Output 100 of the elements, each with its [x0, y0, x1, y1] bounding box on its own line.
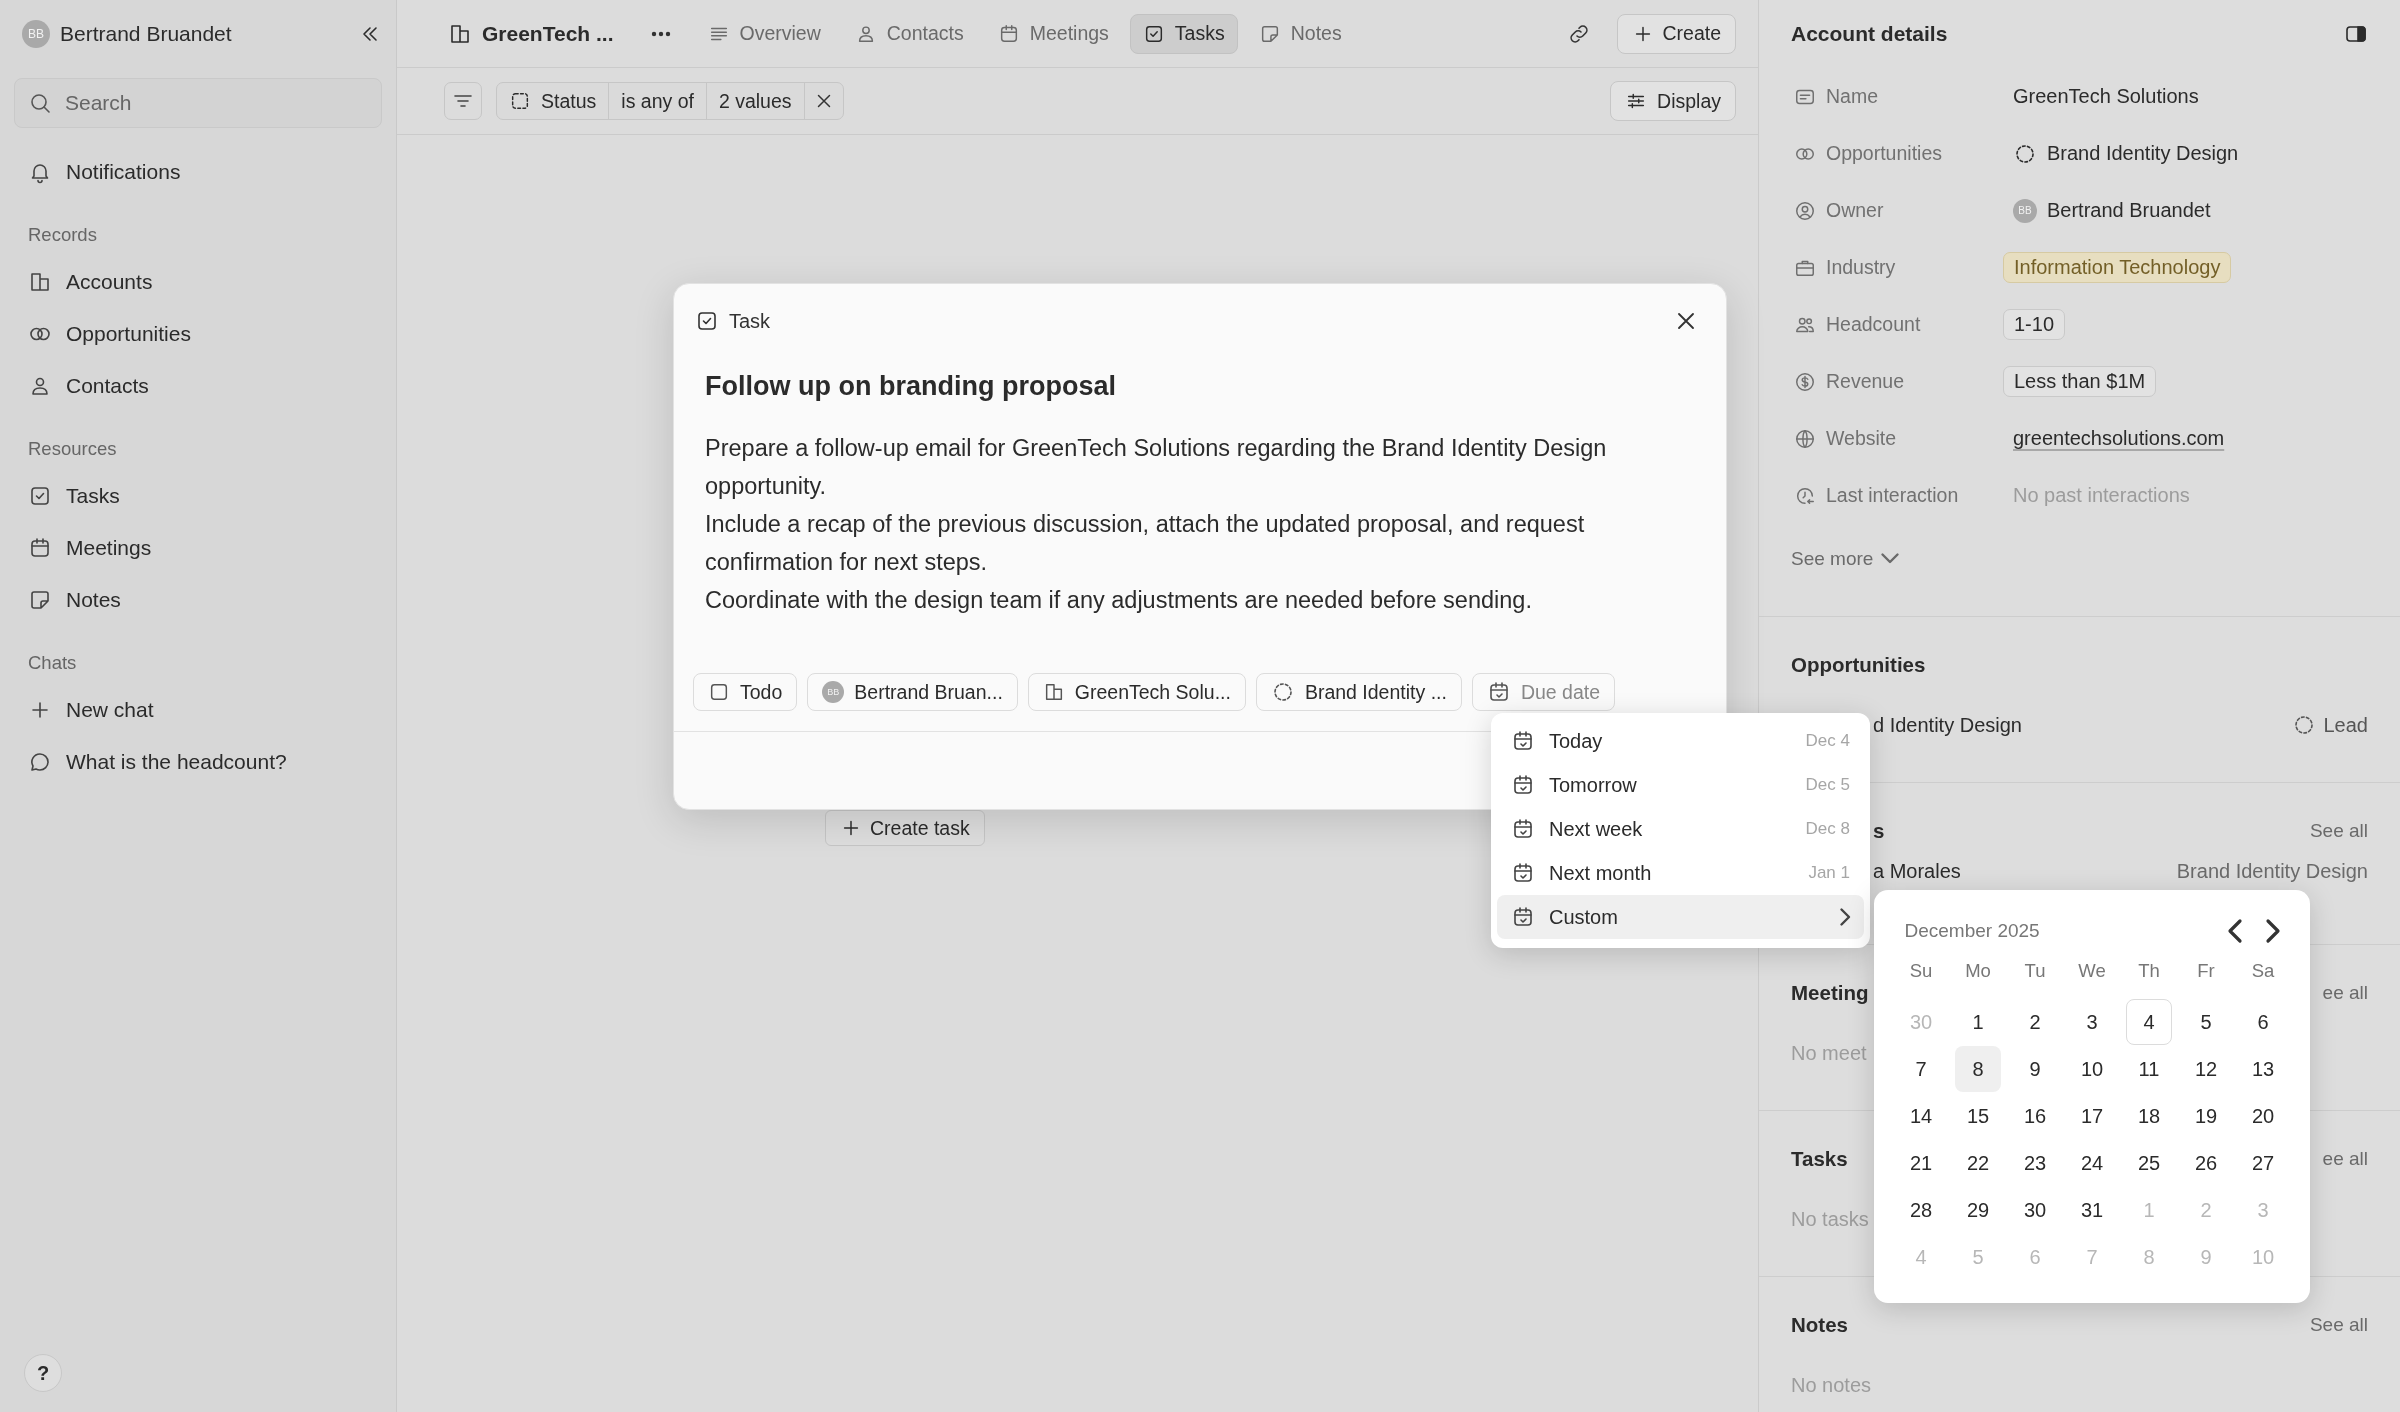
empty-text: No tasks: [1791, 1206, 1869, 1232]
calendar-day[interactable]: 14: [1898, 1093, 1944, 1139]
stage-label: Lead: [2323, 713, 2368, 737]
calendar-day[interactable]: 18: [2126, 1093, 2172, 1139]
filter-button[interactable]: [444, 82, 482, 120]
record-name[interactable]: d Identity Design: [1873, 713, 2022, 737]
tab[interactable]: Meetings: [984, 13, 1122, 54]
calendar-day[interactable]: 11: [2126, 1046, 2172, 1092]
sidebar-item[interactable]: Notifications: [14, 146, 382, 198]
sidebar-item[interactable]: Contacts: [14, 360, 382, 412]
sidebar-item[interactable]: Tasks: [14, 470, 382, 522]
calendar-day[interactable]: 7: [1898, 1046, 1944, 1092]
calendar-day[interactable]: 13: [2240, 1046, 2286, 1092]
calendar-day[interactable]: 25: [2126, 1140, 2172, 1186]
calendar-day[interactable]: 9: [2012, 1046, 2058, 1092]
tab[interactable]: Notes: [1245, 13, 1355, 54]
weekday-label: Sa: [2250, 959, 2276, 983]
calendar-day[interactable]: 23: [2012, 1140, 2058, 1186]
status-chip: Todo: [693, 673, 798, 711]
field-value[interactable]: Brand Identity Design: [2047, 142, 2239, 165]
see-all-link[interactable]: ee all: [2322, 1148, 2368, 1170]
calendar-day[interactable]: 26: [2183, 1140, 2229, 1186]
menu-item[interactable]: Next week Dec 8: [1497, 807, 1864, 851]
sidebar-item[interactable]: What is the headcount?: [14, 736, 382, 788]
calendar-day[interactable]: 30: [2012, 1187, 2058, 1233]
person-circle-icon: [1794, 199, 1816, 222]
calendar-day[interactable]: 10: [2069, 1046, 2115, 1092]
field-value[interactable]: Bertrand Bruandet: [2047, 199, 2211, 222]
calendar-day[interactable]: 6: [2240, 999, 2286, 1045]
chevron-right-icon: [1839, 908, 1850, 926]
calendar-day[interactable]: 22: [1955, 1140, 2001, 1186]
account-chip: GreenTech Solu...: [1027, 673, 1246, 711]
help-button[interactable]: ?: [24, 1354, 62, 1392]
calendar-day[interactable]: 20: [2240, 1093, 2286, 1139]
calendar-day[interactable]: 2: [2012, 999, 2058, 1045]
avatar: BB: [822, 681, 845, 703]
section-title: Notes: [1791, 1313, 1848, 1337]
menu-item-date: Dec 8: [1805, 819, 1850, 839]
calendar-day[interactable]: 21: [1898, 1140, 1944, 1186]
menu-item-date: Dec 4: [1805, 731, 1850, 751]
sidebar-item[interactable]: Opportunities: [14, 308, 382, 360]
chat-bubble-icon: [28, 750, 52, 774]
record-name[interactable]: a Morales: [1873, 859, 1961, 883]
section-title: Tasks: [1791, 1147, 1848, 1171]
menu-item-date: Jan 1: [1808, 863, 1850, 883]
create-button[interactable]: Create: [1617, 13, 1736, 54]
description-paragraph: Include a recap of the previous discussion, attach the updated proposal, and request confirmation for next steps.: [705, 510, 1586, 577]
website-link[interactable]: greentechsolutions.com: [2013, 427, 2225, 450]
menu-item[interactable]: Tomorrow Dec 5: [1497, 763, 1864, 807]
calendar-day[interactable]: 29: [1955, 1187, 2001, 1233]
empty-text: No meet: [1791, 1040, 1867, 1066]
calendar-day[interactable]: 15: [1955, 1093, 2001, 1139]
display-button[interactable]: Display: [1610, 81, 1736, 121]
calendar-day[interactable]: 4: [2126, 999, 2172, 1045]
record-detail: Brand Identity Design: [2176, 859, 2368, 883]
sidebar-item[interactable]: New chat: [14, 684, 382, 736]
empty-text: No notes: [1791, 1372, 1872, 1398]
search-field[interactable]: Search: [14, 78, 382, 128]
see-all-link[interactable]: See all: [2309, 820, 2368, 842]
calendar-day[interactable]: 31: [2069, 1187, 2115, 1233]
sidebar-item[interactable]: Notes: [14, 574, 382, 626]
filter-operator[interactable]: is any of: [609, 83, 707, 119]
chevron-right-icon[interactable]: [2265, 919, 2280, 943]
tab[interactable]: Overview: [694, 13, 834, 54]
tab[interactable]: Contacts: [841, 13, 977, 54]
calendar-day[interactable]: 5: [2183, 999, 2229, 1045]
search-icon: [28, 91, 52, 115]
sidebar-item[interactable]: Accounts: [14, 256, 382, 308]
calendar-day[interactable]: 16: [2012, 1093, 2058, 1139]
calendar-day[interactable]: 12: [2183, 1046, 2229, 1092]
filter-field[interactable]: Status: [497, 83, 610, 119]
tab[interactable]: Tasks: [1129, 13, 1238, 54]
calendar-day[interactable]: 17: [2069, 1093, 2115, 1139]
filter-value[interactable]: 2 values: [706, 83, 805, 119]
checkbox-icon: [28, 484, 52, 508]
menu-item[interactable]: Custom: [1497, 895, 1864, 939]
create-task-button[interactable]: Create task: [825, 810, 985, 846]
value-chip: 1-10: [2003, 309, 2066, 340]
chevron-left-icon[interactable]: [2227, 919, 2242, 943]
field-label: Website: [1826, 427, 1897, 450]
menu-item[interactable]: Today Dec 4: [1497, 719, 1864, 763]
avatar: BB: [2013, 198, 2037, 223]
weekday-label: Th: [2137, 959, 2161, 983]
calendar-day[interactable]: 27: [2240, 1140, 2286, 1186]
month-label: December 2025: [1904, 920, 2041, 942]
record-tab[interactable]: GreenTech ...: [435, 13, 627, 54]
calendar-day[interactable]: 19: [2183, 1093, 2229, 1139]
see-all-link[interactable]: ee all: [2322, 982, 2368, 1004]
see-more-button[interactable]: See more: [1789, 530, 2400, 587]
building-icon: [28, 270, 52, 294]
calendar-day[interactable]: 1: [1955, 999, 2001, 1045]
menu-item[interactable]: Next month Jan 1: [1497, 851, 1864, 895]
industry-tag: Information Technology: [2003, 252, 2232, 283]
section-label: Chats: [27, 651, 78, 675]
calendar-day[interactable]: 3: [2069, 999, 2115, 1045]
sidebar-item[interactable]: Meetings: [14, 522, 382, 574]
calendar-day[interactable]: 8: [1955, 1046, 2001, 1092]
calendar-day[interactable]: 24: [2069, 1140, 2115, 1186]
see-all-link[interactable]: See all: [2309, 1314, 2368, 1336]
calendar-day[interactable]: 28: [1898, 1187, 1944, 1233]
